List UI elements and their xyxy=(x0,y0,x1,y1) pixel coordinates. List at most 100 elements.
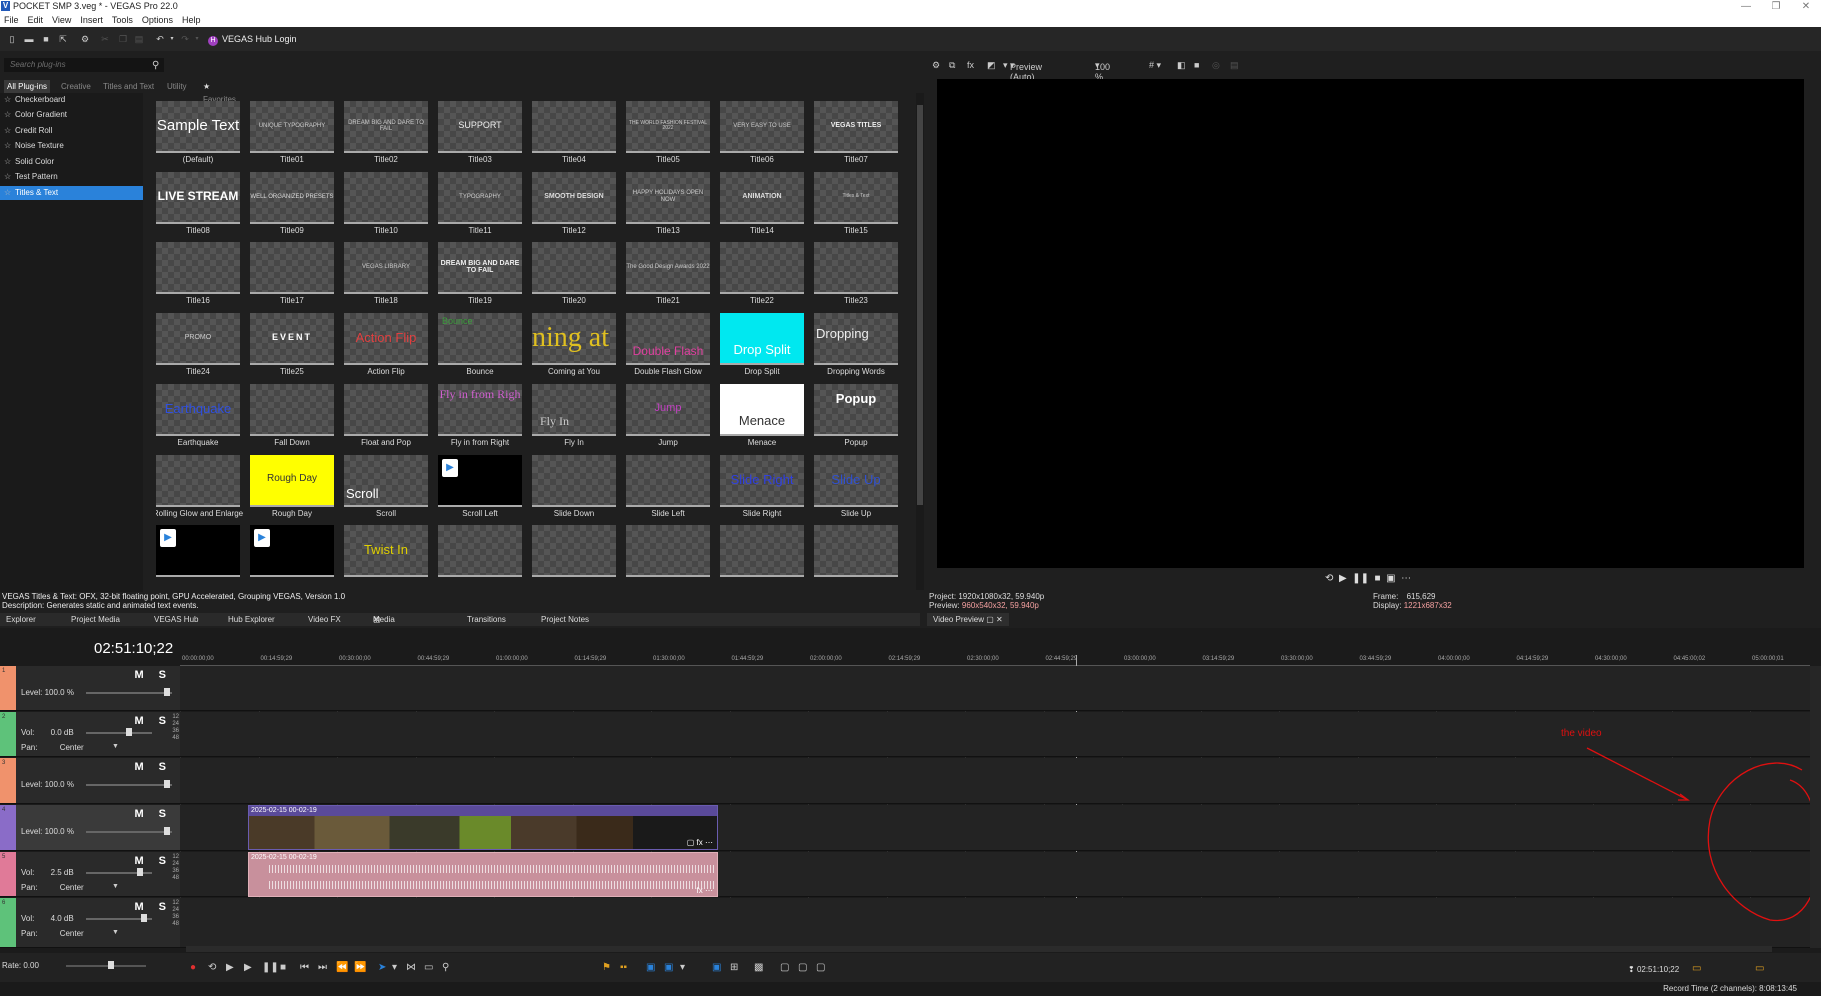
tab-video-fx[interactable]: Video FX xyxy=(308,613,341,626)
preset-item[interactable]: VERY EASY TO USE Title06 xyxy=(720,101,804,169)
preset-item[interactable]: Slide Right Slide Right xyxy=(720,454,804,523)
preset-thumbnail[interactable] xyxy=(156,454,240,507)
preset-thumbnail[interactable] xyxy=(344,383,428,436)
track-number[interactable]: 6 xyxy=(0,898,16,947)
marker-flag-icon[interactable]: ⚑ xyxy=(602,962,611,973)
vegas-hub-login-button[interactable]: H VEGAS Hub Login xyxy=(208,32,297,46)
timeline-ruler[interactable]: 00:00:00;00 00:14:59;29 00:30:00;00 00:44:5… xyxy=(180,650,1810,666)
preset-item[interactable]: ANIMATION Title14 xyxy=(720,171,804,240)
preset-thumbnail[interactable]: VEGAS LIBRARY xyxy=(344,242,428,295)
go-to-end-icon[interactable]: ⏭ xyxy=(318,962,327,973)
preset-thumbnail[interactable] xyxy=(250,242,334,295)
preset-item[interactable]: PROMO Title24 xyxy=(156,313,240,381)
preview-settings-icon[interactable]: ⚙ xyxy=(932,60,940,71)
menu-options[interactable]: Options xyxy=(138,13,178,27)
star-icon[interactable]: ☆ xyxy=(4,186,11,200)
preset-item[interactable]: Earthquake Earthquake xyxy=(156,383,240,452)
loop-region-icon[interactable]: ▭ xyxy=(1692,963,1701,974)
copy-icon[interactable]: ▢ xyxy=(798,962,807,973)
preset-thumbnail[interactable] xyxy=(532,242,616,295)
preset-item[interactable]: Slide Down xyxy=(532,454,616,523)
play-from-start-icon[interactable]: ▶ xyxy=(226,962,234,973)
loop-icon[interactable]: ⟲ xyxy=(1325,573,1333,584)
zoom-tool-icon[interactable]: ⚲ xyxy=(442,962,449,973)
split-screen-icon[interactable]: ◩ xyxy=(987,60,996,71)
plugin-item[interactable]: ☆ Noise Texture xyxy=(0,139,143,153)
volume-slider-knob[interactable] xyxy=(137,868,143,876)
save-snapshot-icon[interactable]: ■ xyxy=(1194,60,1199,70)
preset-item[interactable]: ▶ xyxy=(250,525,334,591)
preset-thumbnail[interactable]: LIVE STREAM xyxy=(156,171,240,224)
level-slider-knob[interactable] xyxy=(164,827,170,835)
auto-crossfade-icon[interactable]: ▩ xyxy=(754,962,763,973)
menu-insert[interactable]: Insert xyxy=(76,13,108,27)
preset-item[interactable]: Action Flip Action Flip xyxy=(344,313,428,381)
preset-thumbnail[interactable] xyxy=(344,171,428,224)
mute-solo-buttons[interactable]: M S xyxy=(134,715,172,727)
preset-thumbnail[interactable]: The Good Design Awards 2022 xyxy=(626,242,710,295)
preset-thumbnail[interactable]: HAPPY HOLIDAYS OPEN NOW xyxy=(626,171,710,224)
preset-item[interactable] xyxy=(720,525,804,591)
track-number[interactable]: 5 xyxy=(0,852,16,896)
preset-thumbnail[interactable]: VEGAS TITLES xyxy=(814,101,898,153)
render-icon[interactable]: ▣ xyxy=(1386,573,1395,584)
track-header[interactable]: 1 M S Level: 100.0 % xyxy=(0,666,180,711)
rate-slider[interactable] xyxy=(66,965,146,967)
preset-item[interactable]: Title04 xyxy=(532,101,616,169)
menu-edit[interactable]: Edit xyxy=(24,13,49,27)
menu-help[interactable]: Help xyxy=(178,13,206,27)
preset-thumbnail[interactable] xyxy=(814,242,898,295)
volume-slider-knob[interactable] xyxy=(141,914,147,922)
external-icon[interactable]: ⇱ xyxy=(58,34,68,44)
preset-thumbnail[interactable]: Action Flip xyxy=(344,313,428,366)
preset-item[interactable]: Rolling Glow and Enlarge xyxy=(156,454,243,523)
preset-item[interactable]: UNIQUE TYPOGRAPHY Title01 xyxy=(250,101,334,169)
preset-item[interactable]: Title10 xyxy=(344,171,428,240)
preset-thumbnail[interactable]: ning at xyxy=(532,313,616,366)
preset-item[interactable]: Drop Split Drop Split xyxy=(720,313,804,381)
preset-item[interactable]: The Good Design Awards 2022 Title21 xyxy=(626,242,710,310)
auto-ripple-icon[interactable]: ▣ xyxy=(664,962,673,973)
track-number[interactable]: 4 xyxy=(0,805,16,850)
preset-thumbnail[interactable]: Fly In xyxy=(532,383,616,436)
preset-item[interactable]: WELL ORGANIZED PRESETS Title09 xyxy=(250,171,334,240)
preset-thumbnail[interactable] xyxy=(532,454,616,507)
preset-item[interactable]: THE WORLD FASHION FESTIVAL 2022 Title05 xyxy=(626,101,710,169)
preset-item[interactable]: DREAM BIG AND DARE TO FAIL Title19 xyxy=(438,242,522,310)
star-icon[interactable]: ☆ xyxy=(4,124,11,138)
event-fx-icon[interactable]: ▢ fx ⋯ xyxy=(687,838,713,847)
preset-thumbnail[interactable]: Earthquake xyxy=(156,383,240,436)
menu-tools[interactable]: Tools xyxy=(108,13,138,27)
plugin-item[interactable]: ☆ Test Pattern xyxy=(0,170,143,184)
volume-slider-knob[interactable] xyxy=(126,728,132,736)
star-icon[interactable]: ☆ xyxy=(4,108,11,122)
tab-vegas-hub[interactable]: VEGAS Hub xyxy=(154,613,198,626)
preset-thumbnail[interactable]: Slide Up xyxy=(814,454,898,507)
undock-icon[interactable]: ▢ xyxy=(986,615,994,624)
region-icon[interactable]: ▪▪ xyxy=(620,962,627,973)
preset-item[interactable]: Scroll Scroll xyxy=(344,454,428,523)
fx-icon[interactable]: fx xyxy=(967,60,974,70)
external-monitor-icon[interactable]: ⧉ xyxy=(949,60,955,71)
preset-thumbnail[interactable]: Fly in from Righ xyxy=(438,384,522,436)
preset-thumbnail[interactable]: Rough Day xyxy=(250,454,334,507)
preset-thumbnail[interactable] xyxy=(720,525,804,578)
preset-thumbnail[interactable]: VERY EASY TO USE xyxy=(720,101,804,153)
pause-icon[interactable]: ❚❚ xyxy=(262,962,279,973)
close-tab-icon[interactable]: ✕ xyxy=(996,615,1003,624)
paste-icon[interactable]: ▢ xyxy=(816,962,825,973)
track-lane[interactable] xyxy=(180,666,1810,711)
preset-thumbnail[interactable]: ▶ xyxy=(438,454,522,507)
preset-item[interactable]: SMOOTH DESIGN Title12 xyxy=(532,171,616,240)
preset-item[interactable]: Jump Jump xyxy=(626,383,710,452)
preset-thumbnail[interactable] xyxy=(626,454,710,507)
preview-quality-dropdown[interactable]: ▾ Preview (Auto) ▾ xyxy=(1003,60,1042,82)
preset-item[interactable]: ning at Coming at You xyxy=(532,313,616,381)
preset-thumbnail[interactable]: Slide Right xyxy=(720,454,804,507)
menu-view[interactable]: View xyxy=(48,13,76,27)
go-to-start-icon[interactable]: ⏮ xyxy=(300,962,309,973)
tab-project-media[interactable]: Project Media xyxy=(71,613,120,626)
preset-thumbnail[interactable]: ANIMATION xyxy=(720,171,804,224)
tab-utility[interactable]: Utility xyxy=(167,80,187,93)
timeline-vertical-scrollbar[interactable] xyxy=(1810,666,1821,948)
